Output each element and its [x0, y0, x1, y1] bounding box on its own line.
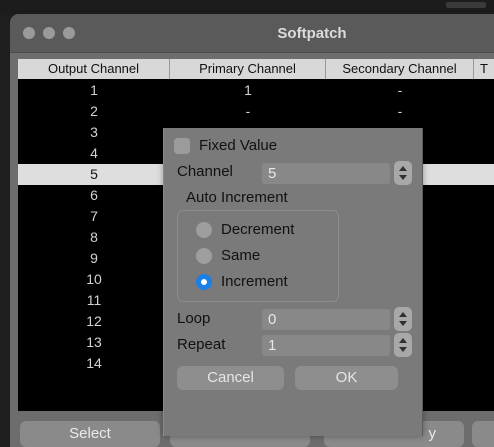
channel-stepper[interactable]: [394, 161, 412, 185]
auto-patch-dialog: Fixed Value Channel 5 Auto Increment Dec…: [163, 128, 423, 436]
stepper-up-icon: [399, 166, 407, 171]
offscreen-button[interactable]: [472, 421, 494, 447]
same-label: Same: [221, 247, 261, 264]
decrement-radio[interactable]: [196, 222, 212, 238]
loop-stepper[interactable]: [394, 307, 412, 331]
channel-label: Channel: [177, 163, 233, 180]
cancel-button[interactable]: Cancel: [177, 366, 284, 390]
table-row[interactable]: 2 - -: [18, 101, 494, 122]
cell-output-channel: 11: [86, 292, 102, 308]
cell-secondary-channel: -: [397, 103, 403, 119]
stepper-down-icon: [399, 175, 407, 180]
cell-secondary-channel: -: [397, 82, 403, 98]
decrement-label: Decrement: [221, 221, 295, 238]
screen-top-strip: [0, 0, 494, 14]
channel-field[interactable]: 5: [262, 163, 390, 184]
cell-output-channel: 14: [86, 355, 102, 371]
repeat-label: Repeat: [177, 336, 226, 353]
cell-output-channel: 9: [90, 250, 98, 266]
header-secondary-channel[interactable]: Secondary Channel: [326, 59, 474, 79]
ok-button[interactable]: OK: [295, 366, 398, 390]
cell-primary-channel: -: [245, 103, 251, 119]
stepper-up-icon: [399, 338, 407, 343]
loop-field[interactable]: 0: [262, 309, 390, 330]
cell-output-channel: 8: [90, 229, 98, 245]
cell-output-channel: 6: [90, 187, 98, 203]
loop-label: Loop: [177, 310, 211, 327]
cell-output-channel: 7: [90, 208, 98, 224]
header-partial-column[interactable]: T: [474, 59, 494, 79]
cell-output-channel: 4: [90, 145, 98, 161]
fixed-value-checkbox[interactable]: [174, 138, 190, 154]
cell-output-channel: 10: [86, 271, 102, 287]
menu-extras: [446, 2, 486, 8]
stepper-down-icon: [399, 321, 407, 326]
increment-label: Increment: [221, 273, 288, 290]
stepper-up-icon: [399, 312, 407, 317]
header-output-channel[interactable]: Output Channel: [18, 59, 170, 79]
repeat-field[interactable]: 1: [262, 335, 390, 356]
cell-output-channel: 2: [90, 103, 98, 119]
repeat-stepper[interactable]: [394, 333, 412, 357]
cell-output-channel: 3: [90, 124, 98, 140]
cell-output-channel: 5: [90, 166, 98, 182]
cell-output-channel: 13: [86, 334, 102, 350]
fixed-value-label: Fixed Value: [199, 137, 278, 154]
table-row[interactable]: 1 1 -: [18, 80, 494, 101]
stepper-down-icon: [399, 347, 407, 352]
select-button[interactable]: Select: [20, 421, 160, 447]
header-primary-channel[interactable]: Primary Channel: [170, 59, 326, 79]
same-radio[interactable]: [196, 248, 212, 264]
cell-primary-channel: 1: [244, 82, 252, 98]
auto-increment-label: Auto Increment: [186, 189, 288, 206]
table-header: Output Channel Primary Channel Secondary…: [18, 59, 494, 79]
increment-radio[interactable]: [196, 274, 212, 290]
window-title: Softpatch: [277, 25, 347, 42]
cell-output-channel: 12: [86, 313, 102, 329]
cell-output-channel: 1: [90, 82, 98, 98]
title-bar: Softpatch: [10, 14, 494, 53]
